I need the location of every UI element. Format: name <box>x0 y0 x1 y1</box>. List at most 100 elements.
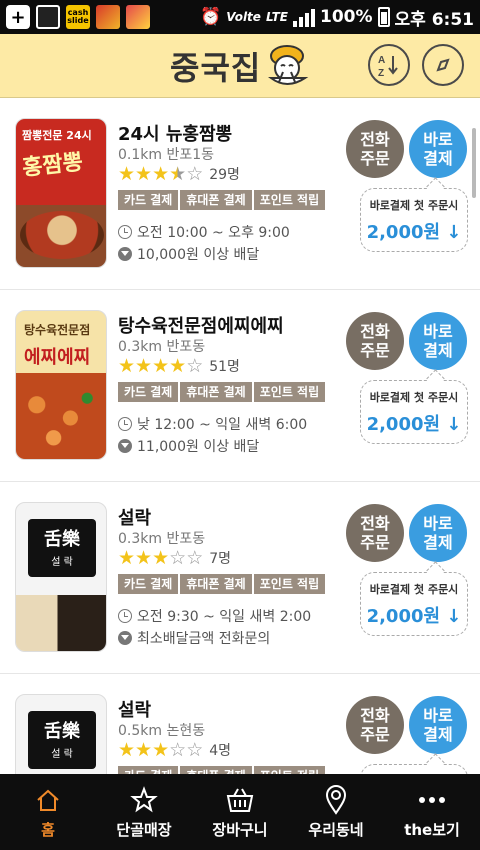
restaurant-item[interactable]: 짬뽕전문 24시 홍짬뽕 24시 뉴홍짬뽕 0.1km 반포1동 ★ ★ ★ ★… <box>0 98 480 290</box>
star-half-icon: ★ <box>169 163 187 185</box>
clock-icon <box>118 417 132 431</box>
minimum-order: 11,000원 이상 배달 <box>118 436 259 456</box>
star-empty-icon: ☆ <box>186 163 204 185</box>
restaurant-name: 설락 <box>118 700 152 721</box>
clock-icon <box>118 609 132 623</box>
nav-favorites[interactable]: 단골매장 <box>96 774 192 850</box>
star-full-icon: ★ <box>118 355 136 377</box>
clock-icon <box>118 225 132 239</box>
business-hours: 오전 10:00 ~ 오후 9:00 <box>118 222 290 242</box>
tag-phone-payment: 휴대폰 결제 <box>180 766 252 774</box>
clock: 오후 6:51 <box>394 9 474 30</box>
basket-icon <box>226 788 254 812</box>
volte-indicator: Volte <box>226 10 261 24</box>
nav-home[interactable]: 홈 <box>0 774 96 850</box>
review-count: 29명 <box>209 167 240 183</box>
restaurant-item[interactable]: 舌樂 설 락 설락 0.5km 논현동 ★ ★ ★ ☆ ☆ 4명 카드 결제 휴… <box>0 674 480 774</box>
star-full-icon: ★ <box>135 739 153 761</box>
nav-basket-label: 장바구니 <box>212 820 268 839</box>
nav-more-label: the보기 <box>404 820 460 839</box>
phone-order-button[interactable]: 전화 주문 <box>346 696 404 754</box>
game-notification-icon <box>96 5 120 29</box>
restaurant-name: 설락 <box>118 508 152 529</box>
status-bar: + cash slide ⏰ Volte LTE 100% 오후 6:51 <box>0 0 480 34</box>
tag-points: 포인트 적립 <box>253 766 326 774</box>
star-full-icon: ★ <box>152 163 170 185</box>
noodle-bowl-image <box>20 211 104 259</box>
image-notification-icon <box>36 5 60 29</box>
nav-basket[interactable]: 장바구니 <box>192 774 288 850</box>
network-type: LTE <box>265 10 288 24</box>
star-rating: ★ ★ ★ ☆ ☆ 7명 <box>118 548 231 568</box>
minimum-order-text: 11,000원 이상 배달 <box>137 439 260 455</box>
business-hours: 오전 9:30 ~ 익일 새벽 2:00 <box>118 606 311 626</box>
restaurant-item[interactable]: 탕수육전문점 에찌에찌 탕수육전문점에찌에찌 0.3km 반포동 ★ ★ ★ ★… <box>0 290 480 482</box>
promo-bubble: 바로결제 첫 주문시 2,000원 ↓ <box>360 188 468 252</box>
compass-icon <box>436 58 450 72</box>
star-empty-icon: ☆ <box>186 355 204 377</box>
nav-favorites-label: 단골매장 <box>116 820 172 839</box>
sweet-sour-pork-image <box>20 385 104 451</box>
bottom-navigation: 홈 단골매장 장바구니 우리동네 the보기 <box>0 774 480 850</box>
minimum-order-icon <box>118 439 132 453</box>
logo-subtext: 설 락 <box>51 557 73 568</box>
restaurant-logo: 舌樂 설 락 <box>28 519 96 577</box>
restaurant-list[interactable]: 짬뽕전문 24시 홍짬뽕 24시 뉴홍짬뽕 0.1km 반포1동 ★ ★ ★ ★… <box>0 98 480 774</box>
star-empty-icon: ☆ <box>186 739 204 761</box>
compass-button[interactable] <box>422 44 464 86</box>
page-title: 중국집 <box>170 49 262 87</box>
svg-text:Z: Z <box>378 68 384 78</box>
restaurant-thumbnail: 탕수육전문점 에찌에찌 <box>15 310 107 460</box>
nav-home-label: 홈 <box>41 820 55 839</box>
star-rating: ★ ★ ★ ☆ ☆ 4명 <box>118 740 231 760</box>
direct-pay-button[interactable]: 바로 결제 <box>409 312 467 370</box>
star-full-icon: ★ <box>152 355 170 377</box>
review-count: 51명 <box>209 359 240 375</box>
thumbnail-caption: 탕수육전문점 <box>24 323 91 337</box>
restaurant-name: 탕수육전문점에찌에찌 <box>118 316 284 337</box>
phone-order-button[interactable]: 전화 주문 <box>346 504 404 562</box>
payment-tags: 카드 결제 휴대폰 결제 포인트 적립 <box>118 382 326 402</box>
tag-points: 포인트 적립 <box>253 382 326 402</box>
star-empty-icon: ☆ <box>169 739 187 761</box>
game-notification-icon-2 <box>126 5 150 29</box>
nav-neighborhood-label: 우리동네 <box>308 820 364 839</box>
food-image <box>16 595 106 651</box>
thumbnail-title: 홍짬뽕 <box>21 149 85 182</box>
star-full-icon: ★ <box>118 739 136 761</box>
tag-card-payment: 카드 결제 <box>118 190 179 210</box>
direct-pay-button[interactable]: 바로 결제 <box>409 696 467 754</box>
payment-tags: 카드 결제 휴대폰 결제 포인트 적립 <box>118 574 326 594</box>
sort-button[interactable]: A Z <box>368 44 410 86</box>
star-empty-icon: ☆ <box>186 547 204 569</box>
cash-slide-icon: cash slide <box>66 5 90 29</box>
phone-order-button[interactable]: 전화 주문 <box>346 120 404 178</box>
star-outline-icon <box>130 785 158 812</box>
star-full-icon: ★ <box>118 547 136 569</box>
phone-order-button[interactable]: 전화 주문 <box>346 312 404 370</box>
promo-amount: 2,000원 ↓ <box>366 222 462 243</box>
tag-points: 포인트 적립 <box>253 190 326 210</box>
svg-text:A: A <box>378 55 385 66</box>
nav-more[interactable]: the보기 <box>384 774 480 850</box>
hours-text: 오전 9:30 ~ 익일 새벽 2:00 <box>137 609 312 625</box>
signal-strength-icon <box>292 7 315 27</box>
alarm-clock-icon: ⏰ <box>200 7 222 27</box>
add-notification-icon: + <box>6 5 30 29</box>
minimum-order-icon <box>118 631 132 645</box>
review-count: 4명 <box>209 743 232 759</box>
promo-amount: 2,000원 ↓ <box>366 414 462 435</box>
restaurant-item[interactable]: 舌樂 설 락 설락 0.3km 반포동 ★ ★ ★ ☆ ☆ 7명 카드 결제 휴… <box>0 482 480 674</box>
restaurant-thumbnail: 짬뽕전문 24시 홍짬뽕 <box>15 118 107 268</box>
star-full-icon: ★ <box>135 163 153 185</box>
tag-card-payment: 카드 결제 <box>118 382 179 402</box>
logo-text: 舌樂 <box>44 529 80 550</box>
direct-pay-button[interactable]: 바로 결제 <box>409 504 467 562</box>
nav-neighborhood[interactable]: 우리동네 <box>288 774 384 850</box>
direct-pay-button[interactable]: 바로 결제 <box>409 120 467 178</box>
restaurant-distance: 0.1km 반포1동 <box>118 147 215 163</box>
more-dots-icon <box>419 796 445 803</box>
promo-label: 바로결제 첫 주문시 <box>369 199 459 212</box>
hours-text: 오전 10:00 ~ 오후 9:00 <box>137 225 290 241</box>
hours-text: 낮 12:00 ~ 익일 새벽 6:00 <box>137 417 308 433</box>
